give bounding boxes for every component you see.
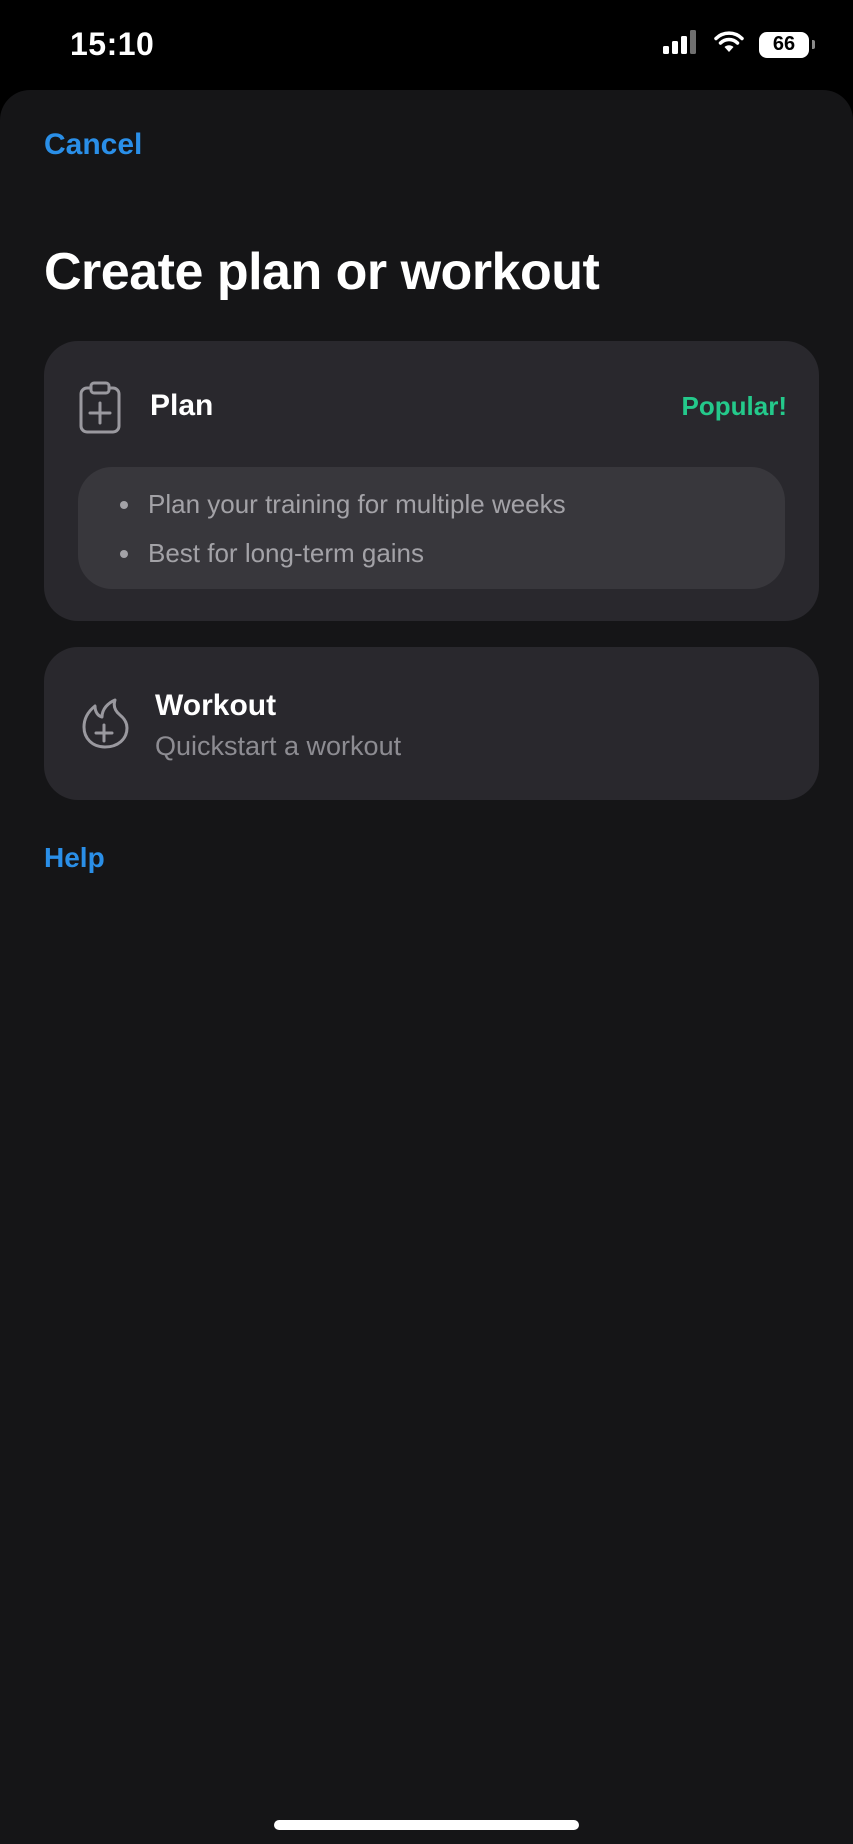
cancel-button[interactable]: Cancel (44, 128, 142, 162)
cellular-signal-icon (663, 30, 699, 59)
flame-plus-icon (78, 697, 132, 751)
bullet-dot (120, 500, 128, 509)
bullet-text: Best for long-term gains (148, 538, 425, 568)
workout-option-card[interactable]: Workout Quickstart a workout (44, 647, 819, 800)
workout-title: Workout (155, 689, 277, 722)
battery-icon: 66 (759, 31, 809, 58)
status-time: 15:10 (70, 26, 155, 62)
popular-badge: Popular! (681, 391, 787, 421)
list-item: Best for long-term gains (120, 538, 424, 569)
clipboard-plus-icon (78, 381, 122, 435)
battery-level: 66 (772, 33, 796, 55)
create-sheet: Cancel Create plan or workout Plan Popul… (0, 90, 853, 1844)
bullet-text: Plan your training for multiple weeks (148, 489, 566, 519)
status-bar: 15:10 66 (0, 0, 853, 90)
wifi-icon (713, 30, 745, 59)
battery-tip (812, 40, 815, 49)
home-indicator[interactable] (274, 1820, 579, 1830)
help-link[interactable]: Help (44, 842, 105, 874)
plan-option-card[interactable]: Plan Popular! Plan your training for mul… (44, 341, 819, 621)
bullet-dot (120, 549, 128, 558)
plan-title: Plan (150, 389, 214, 422)
plan-bullet-list: Plan your training for multiple weeks Be… (78, 467, 785, 589)
list-item: Plan your training for multiple weeks (120, 489, 566, 520)
status-icons: 66 (663, 30, 815, 59)
page-title: Create plan or workout (44, 243, 600, 301)
workout-subtitle: Quickstart a workout (155, 731, 402, 761)
